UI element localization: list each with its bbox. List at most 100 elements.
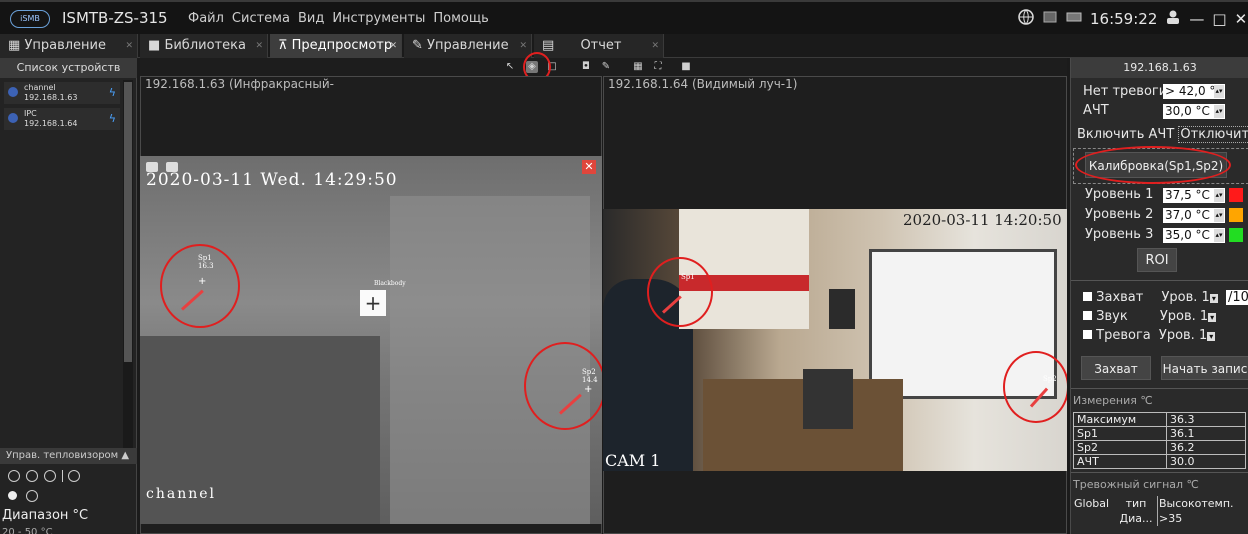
close-button[interactable]: ✕ — [1235, 10, 1248, 28]
close-tab-icon[interactable]: ✕ — [651, 34, 659, 58]
divider — [1071, 280, 1248, 281]
chevron-down-icon[interactable]: ▾ — [1209, 294, 1218, 303]
level-label: Уровень 3 — [1085, 227, 1154, 242]
no-alarm-spinner[interactable]: > 42,0 °C ▴▾ — [1163, 84, 1225, 99]
ahch-spinner[interactable]: 30,0 °C ▴▾ — [1163, 104, 1225, 119]
tab-library[interactable]: ■ Библиотека ✕ — [140, 34, 268, 58]
edit-icon[interactable]: ✎ — [600, 61, 612, 73]
thermal-btn-icon[interactable] — [68, 470, 80, 482]
device-item[interactable]: IPC 192.168.1.64 ϟ — [4, 108, 120, 130]
pane-title: 192.168.1.64 (Видимый луч-1) — [608, 77, 798, 91]
start-record-button[interactable]: Начать запис — [1161, 356, 1248, 380]
level-spinner[interactable]: 37,0 °C ▴▾ — [1163, 208, 1225, 223]
level-color-swatch[interactable] — [1229, 208, 1243, 222]
menu-file[interactable]: Файл — [188, 11, 224, 26]
maximize-button[interactable]: □ — [1212, 10, 1226, 28]
capture-count[interactable]: /10 — [1225, 290, 1248, 305]
close-tab-icon[interactable]: ✕ — [389, 34, 397, 58]
table-row: Global тип Высокотемп. — [1073, 496, 1235, 511]
roi-button[interactable]: ROI — [1137, 248, 1177, 272]
tab-management[interactable]: ▦ Управление ✕ — [0, 34, 138, 58]
close-pane-icon[interactable]: ✕ — [582, 160, 596, 174]
thermal-btn-icon[interactable] — [26, 470, 38, 482]
level-select[interactable]: Уров. 1 — [1161, 290, 1209, 305]
table-cell: 36.3 — [1166, 412, 1246, 427]
table-cell — [1073, 511, 1115, 526]
highlight-circle — [647, 257, 713, 327]
level-spinner[interactable]: 35,0 °C ▴▾ — [1163, 228, 1225, 243]
tab-management-2[interactable]: ✎ Управление ✕ — [404, 34, 532, 58]
thermal-control-header[interactable]: Управ. тепловизором ▲ — [0, 448, 137, 464]
level-color-swatch[interactable] — [1229, 228, 1243, 242]
spinner-value: 37,0 °C — [1165, 208, 1210, 222]
level-spinner[interactable]: 37,5 °C ▴▾ — [1163, 188, 1225, 203]
thermal-btn-icon[interactable] — [8, 470, 20, 482]
menu-help[interactable]: Помощь — [433, 11, 488, 26]
fullscreen-icon[interactable]: ⛶ — [652, 61, 664, 73]
tab-report[interactable]: ▤ Отчет ✕ — [534, 34, 664, 58]
capture-checkbox[interactable] — [1083, 292, 1092, 301]
level-label: Уровень 2 — [1085, 207, 1154, 222]
infrared-image[interactable]: ✕ 2020-03-11 Wed. 14:29:50 Sp1 16.3 + Bl… — [140, 156, 602, 524]
visible-image[interactable]: 2020-03-11 14:20:50 Sp1 Sp2 CAM 1 — [603, 209, 1067, 471]
thermal-btn-icon[interactable] — [44, 470, 56, 482]
capture-check-row: Захват Уров. 1 ▾ /10 — [1083, 290, 1248, 308]
stop-icon[interactable]: ■ — [680, 61, 692, 73]
range-value[interactable]: 20 - 50 °C — [2, 527, 110, 534]
spinner-arrows-icon[interactable]: ▴▾ — [1214, 105, 1224, 118]
blackbody-label: Blackbody — [374, 280, 406, 287]
close-tab-icon[interactable]: ✕ — [519, 34, 527, 58]
chevron-down-icon[interactable]: ▾ — [1208, 313, 1217, 322]
grid-icon: ▦ — [8, 38, 21, 53]
snapshot-icon[interactable]: ◘ — [580, 61, 592, 73]
menu-tools[interactable]: Инструменты — [332, 11, 425, 26]
spinner-arrows-icon[interactable]: ▴▾ — [1214, 229, 1224, 242]
disable-ahch-button[interactable]: Отключить А — [1178, 126, 1248, 143]
app-logo: iSMB — [10, 10, 50, 28]
record-dot-icon[interactable] — [8, 491, 17, 500]
menu-view[interactable]: Вид — [298, 11, 324, 26]
alarm-checkbox[interactable] — [1083, 330, 1092, 339]
tab-preview[interactable]: ⊼ Предпросмотр ✕ — [270, 34, 402, 58]
table-row[interactable]: Диа... >35 — [1073, 511, 1235, 526]
sound-checkbox[interactable] — [1083, 311, 1092, 320]
ram-icon — [1066, 10, 1082, 28]
globe-icon[interactable] — [1018, 9, 1034, 29]
device-item[interactable]: channel 192.168.1.63 ϟ — [4, 82, 120, 104]
enable-ahch-button[interactable]: Включить АЧТ — [1077, 127, 1174, 142]
spinner-value: 37,5 °C — [1165, 188, 1210, 202]
user-icon[interactable] — [1165, 9, 1181, 29]
library-icon: ■ — [148, 38, 161, 53]
layout-grid-icon[interactable]: ▦ — [632, 61, 644, 73]
alarm-signal-label: Тревожный сигнал ℃ — [1073, 478, 1199, 491]
device-ip: 192.168.1.63 — [24, 93, 78, 102]
table-cell: >35 — [1156, 511, 1235, 526]
close-tab-icon[interactable]: ✕ — [255, 34, 263, 58]
thermal-settings-panel: 192.168.1.63 Нет тревоги > 42,0 °C ▴▾ АЧТ… — [1070, 58, 1248, 534]
connect-icon[interactable]: ϟ — [109, 112, 116, 125]
level-color-swatch[interactable] — [1229, 188, 1243, 202]
spinner-arrows-icon[interactable]: ▴▾ — [1214, 85, 1224, 98]
camera-icon — [8, 87, 18, 97]
table-cell: 36.2 — [1166, 440, 1246, 455]
measurements-table: Максимум 36.3 Sp1 36.1 Sp2 36.2 АЧТ 30.0 — [1073, 412, 1246, 469]
device-list-header: Список устройств — [0, 58, 137, 78]
capture-button[interactable]: Захват — [1081, 356, 1151, 380]
divider — [1071, 472, 1248, 473]
close-tab-icon[interactable]: ✕ — [125, 34, 133, 58]
settings-icon[interactable] — [26, 490, 38, 502]
spinner-arrows-icon[interactable]: ▴▾ — [1214, 209, 1224, 222]
minimize-button[interactable]: — — [1189, 10, 1204, 28]
settings-header: 192.168.1.63 — [1071, 58, 1248, 78]
app-title: ISMTB-ZS-315 — [62, 9, 168, 27]
check-label: Звук — [1096, 309, 1128, 324]
tab-label: Библиотека — [164, 38, 246, 53]
chevron-down-icon[interactable]: ▾ — [1207, 332, 1216, 341]
device-list-scrollbar[interactable] — [123, 80, 133, 450]
connect-icon[interactable]: ϟ — [109, 86, 116, 99]
menu-system[interactable]: Система — [232, 11, 290, 26]
cursor-icon[interactable]: ↖ — [504, 61, 516, 73]
level-select[interactable]: Уров. 1 — [1159, 328, 1207, 343]
spinner-arrows-icon[interactable]: ▴▾ — [1214, 189, 1224, 202]
level-select[interactable]: Уров. 1 — [1160, 309, 1208, 324]
